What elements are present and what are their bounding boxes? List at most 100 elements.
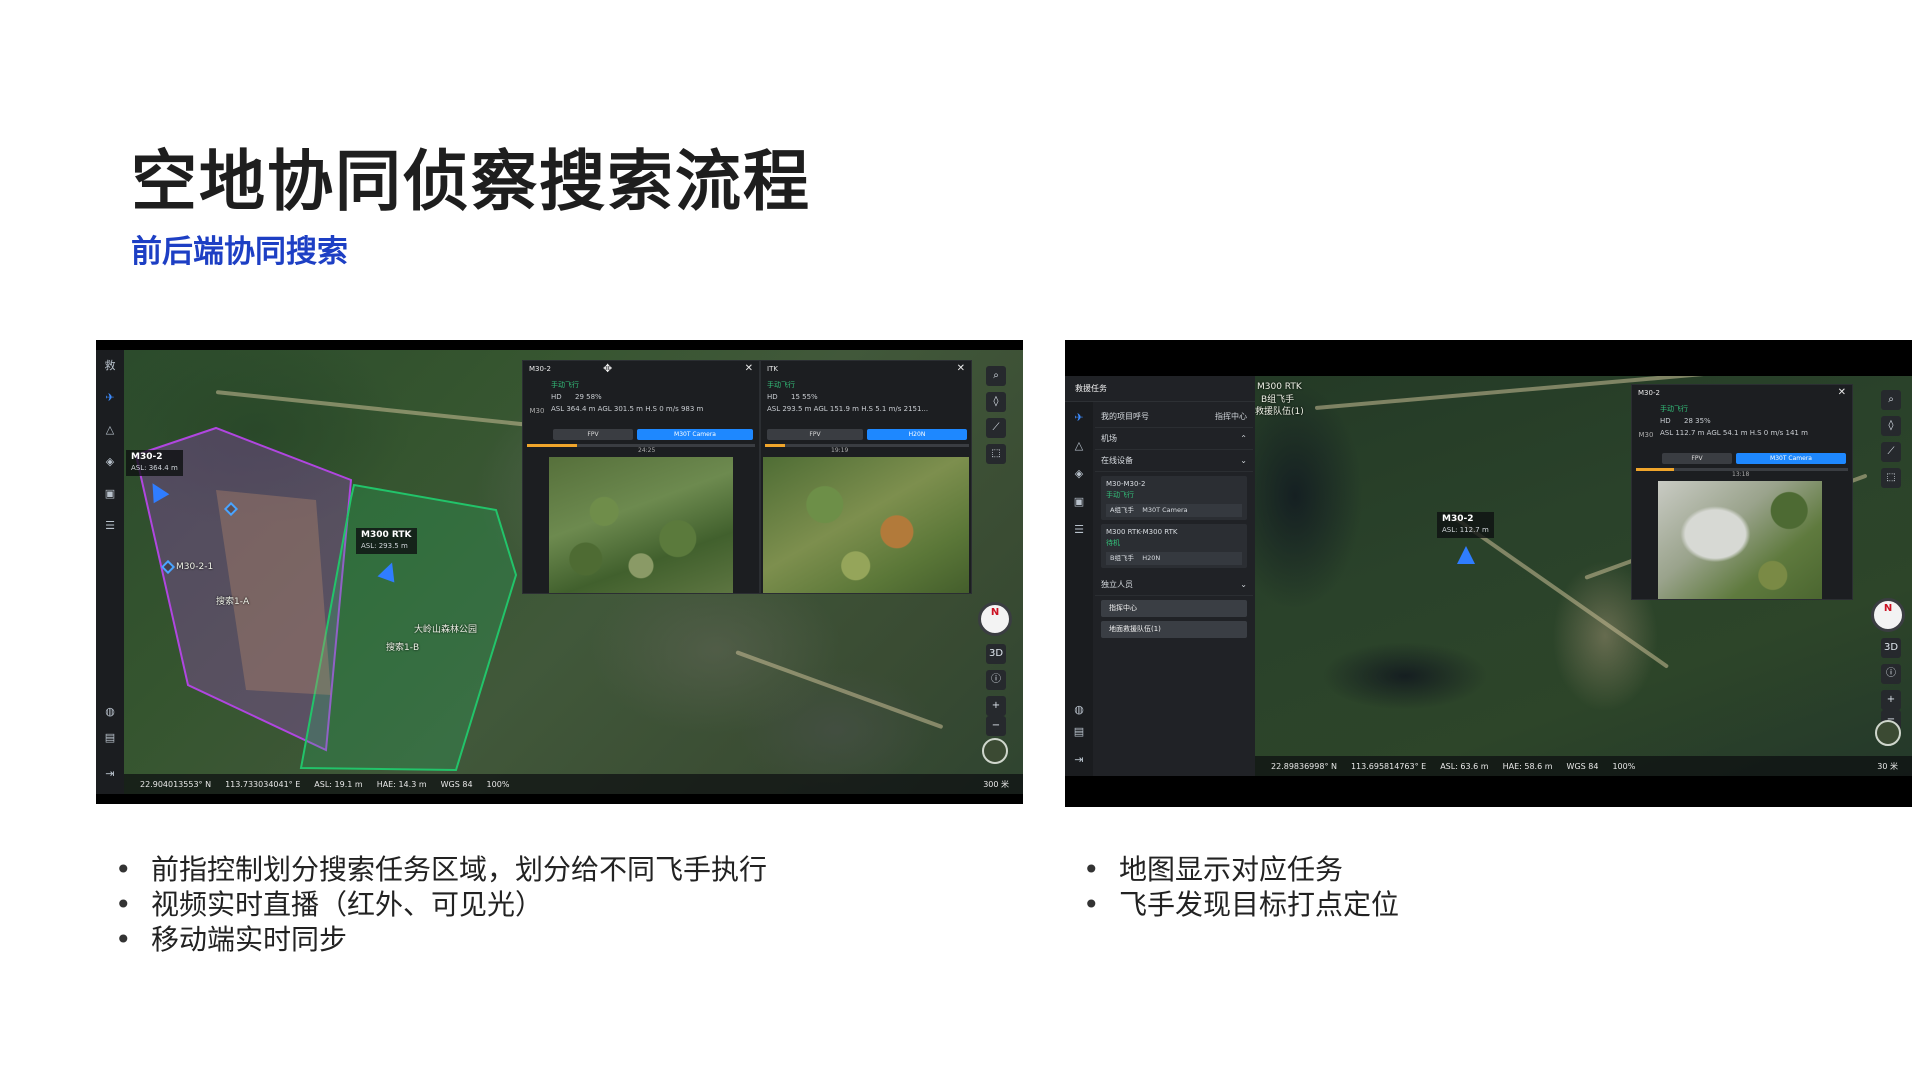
pin-icon[interactable]: ◊ [986, 392, 1006, 412]
scale-readout: 30 米 [1877, 761, 1898, 771]
datum: WGS 84 [440, 779, 473, 789]
video-panel-header: M30-2 ✕ [1632, 385, 1852, 401]
bullet-item: 前指控制划分搜索任务区域，划分给不同飞手执行 [115, 852, 767, 887]
fpv-button[interactable]: FPV [553, 429, 633, 440]
slide-title: 空地协同侦察搜索流程 [131, 143, 811, 220]
drone-marker[interactable] [1457, 546, 1475, 564]
map-label: 搜索1-B [386, 643, 420, 653]
ruler-icon[interactable]: ⟋ [1881, 442, 1901, 462]
independent-people-section[interactable]: 独立人员 ⌄ [1095, 574, 1253, 596]
search-icon[interactable]: ⌕ [986, 366, 1006, 386]
drone-icon[interactable]: ✈ [1071, 410, 1087, 426]
3d-toggle-button[interactable]: 3D [1881, 638, 1901, 658]
layers-icon[interactable]: ◈ [1071, 466, 1087, 482]
telemetry: 手动飞行 HD 15 55% ASL 293.5 m AGL 151.9 m H… [767, 381, 929, 413]
ruler-icon[interactable]: ⟋ [986, 418, 1006, 438]
zoom-in-button[interactable]: + [986, 696, 1006, 716]
polygon-icon[interactable]: ⬚ [986, 444, 1006, 464]
map-label: 大岭山森林公园 [414, 625, 478, 635]
info-icon[interactable]: ⓘ [1881, 664, 1901, 684]
compass-icon[interactable]: N [1871, 598, 1905, 632]
bullet-item: 地图显示对应任务 [1083, 852, 1399, 887]
map-status-bar: 22.89836998° N 113.695814763° E ASL: 63.… [1255, 756, 1912, 776]
list-icon[interactable]: ☰ [102, 518, 118, 534]
info-icon[interactable]: ⓘ [986, 670, 1006, 690]
chevron-down-icon: ⌄ [1240, 456, 1247, 465]
globe-icon[interactable]: ◍ [102, 704, 118, 720]
camera-button[interactable]: M30T Camera [1736, 453, 1846, 464]
fpv-button[interactable]: FPV [1662, 453, 1732, 464]
basemap-globe-icon[interactable] [1875, 720, 1901, 746]
panel-title: 救援任务 [1065, 376, 1255, 402]
map-tag: M300 RTK [1257, 382, 1302, 392]
layers-icon[interactable]: ◈ [102, 454, 118, 470]
people-button[interactable]: 指挥中心 [1101, 600, 1247, 617]
slide-subtitle: 前后端协同搜索 [131, 234, 348, 270]
close-icon[interactable]: ✕ [1838, 385, 1846, 401]
polygon-icon[interactable]: ⬚ [1881, 468, 1901, 488]
progress-time: 19:19 [831, 447, 849, 454]
close-icon[interactable]: ✕ [745, 361, 753, 377]
fpv-button[interactable]: FPV [767, 429, 863, 440]
device-card[interactable]: M30-M30-2 手动飞行 A组飞手 M30T Camera [1101, 476, 1247, 520]
close-icon[interactable]: ✕ [957, 361, 965, 377]
drone-icon[interactable]: ✈ [102, 390, 118, 406]
video-feed[interactable] [549, 457, 733, 593]
bullet-list-left: 前指控制划分搜索任务区域，划分给不同飞手执行 视频实时直播（红外、可见光） 移动… [115, 852, 767, 957]
bullet-item: 飞手发现目标打点定位 [1083, 887, 1399, 922]
right-screenshot: M30-2 ASL: 112.7 m M300 RTK B组飞手 救援队伍(1)… [1065, 340, 1912, 807]
progress-time: 13:18 [1732, 471, 1750, 478]
airport-section[interactable]: 机场 ⌃ [1095, 428, 1253, 450]
left-screenshot: M30-2 ASL: 364.4 m M300 RTK ASL: 293.5 m… [96, 340, 1023, 804]
media-icon[interactable]: ▣ [102, 486, 118, 502]
camera-button[interactable]: M30T Camera [637, 429, 753, 440]
left-nav-rail: 救 ✈ △ ◈ ▣ ☰ ◍ ▤ ⇥ [96, 350, 124, 794]
globe-icon[interactable]: ◍ [1071, 702, 1087, 718]
logout-icon[interactable]: ⇥ [1071, 752, 1087, 768]
map-view-tools: 3D ⓘ + − [986, 644, 1006, 742]
drone-label-m30-2[interactable]: M30-2 ASL: 364.4 m [126, 450, 183, 476]
panel-body: 我的项目呼号 指挥中心 机场 ⌃ 在线设备 ⌄ M30-M30-2 手动飞行 A… [1095, 406, 1253, 642]
warning-icon[interactable]: △ [102, 422, 118, 438]
bullet-item: 移动端实时同步 [115, 922, 767, 957]
map-tag: 救援队伍(1) [1255, 407, 1304, 417]
zoom-in-button[interactable]: + [1881, 690, 1901, 710]
telemetry: 手动飞行 HD 28 35% ASL 112.7 m AGL 54.1 m H.… [1660, 405, 1808, 437]
bullet-list-right: 地图显示对应任务 飞手发现目标打点定位 [1083, 852, 1399, 922]
pin-icon[interactable]: ◊ [1881, 416, 1901, 436]
warning-icon[interactable]: △ [1071, 438, 1087, 454]
progress-bar[interactable] [765, 444, 969, 447]
map-label: 搜索1-A [216, 597, 250, 607]
map-label: M30-2-1 [176, 562, 214, 572]
app-logo: 救 [104, 359, 116, 372]
drone-label-m300-rtk[interactable]: M300 RTK ASL: 293.5 m [356, 528, 417, 554]
map-toolbar: ⌕ ◊ ⟋ ⬚ [1881, 390, 1901, 494]
video-panel-m30-2[interactable]: M30-2 ✕ M30 手动飞行 HD 28 35% ASL 112.7 m A… [1631, 384, 1853, 600]
online-devices-section[interactable]: 在线设备 ⌄ [1095, 450, 1253, 472]
bullet-item: 视频实时直播（红外、可见光） [115, 887, 767, 922]
video-panel-m30-2[interactable]: M30-2 ✥ ✕ M30 手动飞行 HD 29 58% ASL 364.4 m… [522, 360, 760, 594]
compass-icon[interactable]: N [978, 602, 1012, 636]
logout-icon[interactable]: ⇥ [102, 766, 118, 782]
drone-model: M30 [529, 407, 545, 415]
project-callsign-row[interactable]: 我的项目呼号 指挥中心 [1095, 406, 1253, 428]
basemap-globe-icon[interactable] [982, 738, 1008, 764]
video-feed[interactable] [1658, 481, 1822, 599]
device-card[interactable]: M300 RTK-M300 RTK 待机 B组飞手 H20N [1101, 524, 1247, 568]
3d-toggle-button[interactable]: 3D [986, 644, 1006, 664]
telemetry: 手动飞行 HD 29 58% ASL 364.4 m AGL 301.5 m H… [551, 381, 704, 413]
report-icon[interactable]: ▤ [102, 730, 118, 746]
list-icon[interactable]: ☰ [1071, 522, 1087, 538]
zoom-out-button[interactable]: − [986, 716, 1006, 736]
people-button[interactable]: 地面救援队伍(1) [1101, 621, 1247, 638]
search-icon[interactable]: ⌕ [1881, 390, 1901, 410]
mission-panel: 救援任务 ✈ △ ◈ ▣ ☰ ◍ ▤ ⇥ 我的项目呼号 指挥中心 机场 ⌃ 在线… [1065, 376, 1255, 776]
chevron-up-icon: ⌃ [1240, 434, 1247, 443]
drone-label-m30-2[interactable]: M30-2 ASL: 112.7 m [1437, 512, 1494, 538]
video-panel-itk[interactable]: ITK ✕ 手动飞行 HD 15 55% ASL 293.5 m AGL 151… [760, 360, 972, 594]
camera-button[interactable]: H20N [867, 429, 967, 440]
media-icon[interactable]: ▣ [1071, 494, 1087, 510]
video-feed[interactable] [763, 457, 969, 593]
report-icon[interactable]: ▤ [1071, 724, 1087, 740]
move-icon[interactable]: ✥ [603, 361, 612, 377]
